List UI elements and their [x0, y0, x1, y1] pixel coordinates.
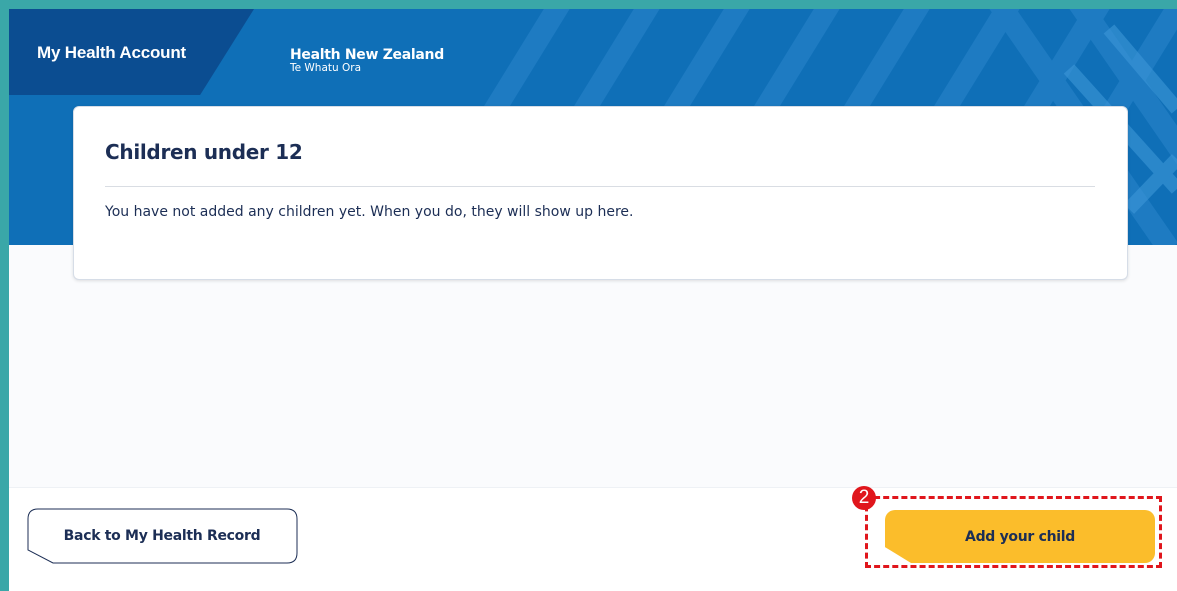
empty-state-message: You have not added any children yet. Whe… [105, 204, 634, 220]
app-title[interactable]: My Health Account [37, 43, 186, 63]
window-border-top [0, 0, 1177, 9]
card-title: Children under 12 [105, 140, 303, 164]
back-to-health-record-button[interactable]: Back to My Health Record [28, 509, 296, 562]
window-border-left [0, 0, 9, 591]
org-name: Health New Zealand [290, 47, 444, 63]
page: My Health Account Health New Zealand Te … [0, 0, 1177, 591]
org-logo[interactable]: Health New Zealand Te Whatu Ora [290, 47, 444, 74]
org-subname: Te Whatu Ora [290, 62, 362, 74]
annotation-highlight-box [865, 496, 1162, 568]
children-card: Children under 12 You have not added any… [73, 106, 1128, 280]
annotation-step-badge: 2 [852, 486, 876, 510]
card-divider [105, 186, 1095, 187]
